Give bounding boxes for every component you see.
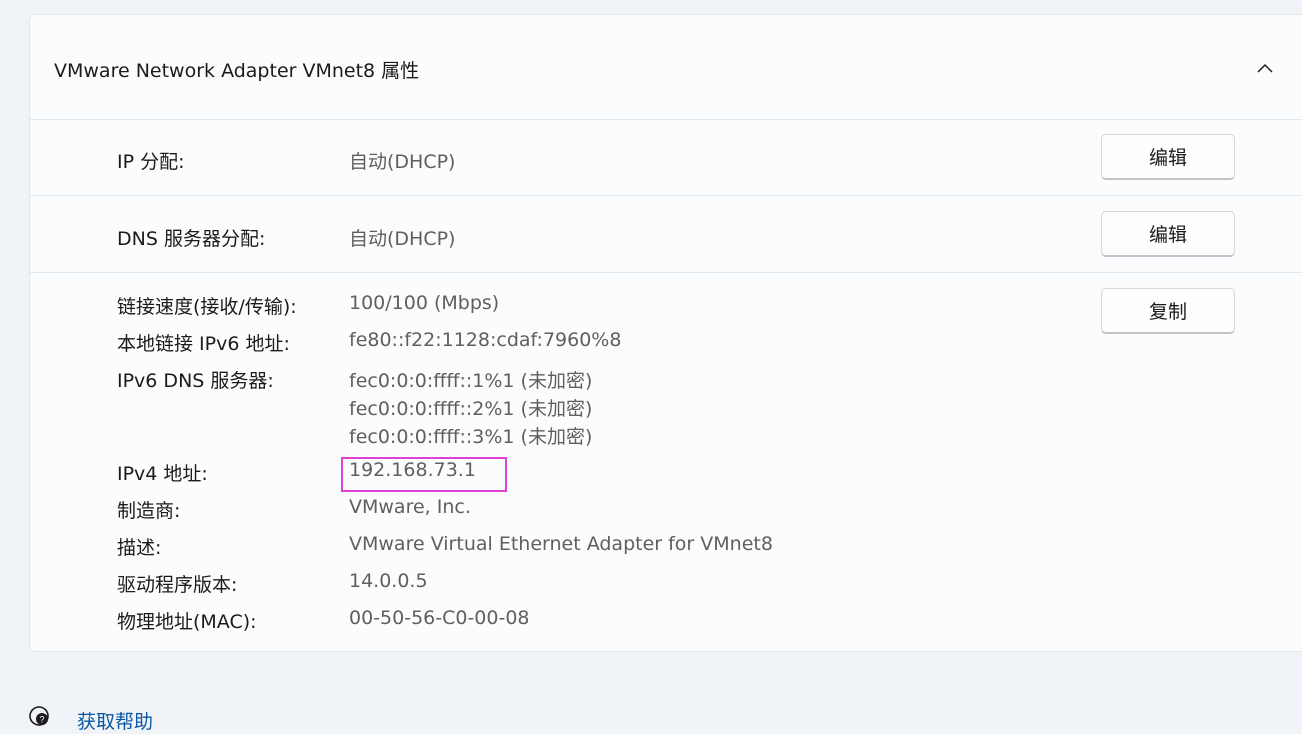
- driver-version-value: 14.0.0.5: [349, 570, 428, 592]
- description-value: VMware Virtual Ethernet Adapter for VMne…: [349, 533, 773, 555]
- driver-version-label: 驱动程序版本:: [117, 574, 238, 596]
- ipv4-highlight-box: [341, 457, 507, 492]
- ip-assignment-edit-button[interactable]: 编辑: [1101, 134, 1235, 180]
- mac-label: 物理地址(MAC):: [117, 611, 257, 633]
- manufacturer-label: 制造商:: [117, 500, 181, 522]
- description-label: 描述:: [117, 537, 162, 559]
- details-section: 复制 链接速度(接收/传输): 100/100 (Mbps) 本地链接 IPv6…: [30, 273, 1302, 653]
- link-speed-label: 链接速度(接收/传输):: [117, 296, 297, 318]
- svg-text:?: ?: [39, 715, 44, 725]
- ip-assignment-label: IP 分配:: [117, 151, 185, 173]
- ipv4-label: IPv4 地址:: [117, 463, 208, 485]
- ipv6-dns-value-3: fec0:0:0:ffff::3%1 (未加密): [349, 426, 593, 448]
- dns-assignment-edit-button[interactable]: 编辑: [1101, 211, 1235, 257]
- link-speed-value: 100/100 (Mbps): [349, 292, 500, 314]
- ip-assignment-value: 自动(DHCP): [349, 151, 456, 173]
- dns-assignment-row: DNS 服务器分配: 自动(DHCP) 编辑: [30, 196, 1302, 273]
- ip-assignment-row: IP 分配: 自动(DHCP) 编辑: [30, 119, 1302, 196]
- copy-button[interactable]: 复制: [1101, 288, 1235, 334]
- ipv6-link-local-label: 本地链接 IPv6 地址:: [117, 333, 290, 355]
- ipv6-dns-label: IPv6 DNS 服务器:: [117, 370, 274, 392]
- dns-assignment-label: DNS 服务器分配:: [117, 228, 266, 250]
- card-title: VMware Network Adapter VMnet8 属性: [54, 60, 420, 82]
- ipv6-dns-value-2: fec0:0:0:ffff::2%1 (未加密): [349, 398, 593, 420]
- ipv6-dns-value-1: fec0:0:0:ffff::1%1 (未加密): [349, 370, 593, 392]
- get-help-link[interactable]: 获取帮助: [77, 707, 153, 734]
- chevron-up-icon: [1257, 63, 1273, 73]
- adapter-properties-card: VMware Network Adapter VMnet8 属性 IP 分配: …: [29, 14, 1302, 652]
- collapse-button[interactable]: [1252, 55, 1278, 81]
- ipv6-link-local-value: fe80::f22:1128:cdaf:7960%8: [349, 329, 622, 351]
- card-header[interactable]: VMware Network Adapter VMnet8 属性: [30, 15, 1302, 120]
- mac-value: 00-50-56-C0-00-08: [349, 607, 530, 629]
- manufacturer-value: VMware, Inc.: [349, 496, 471, 518]
- dns-assignment-value: 自动(DHCP): [349, 228, 456, 250]
